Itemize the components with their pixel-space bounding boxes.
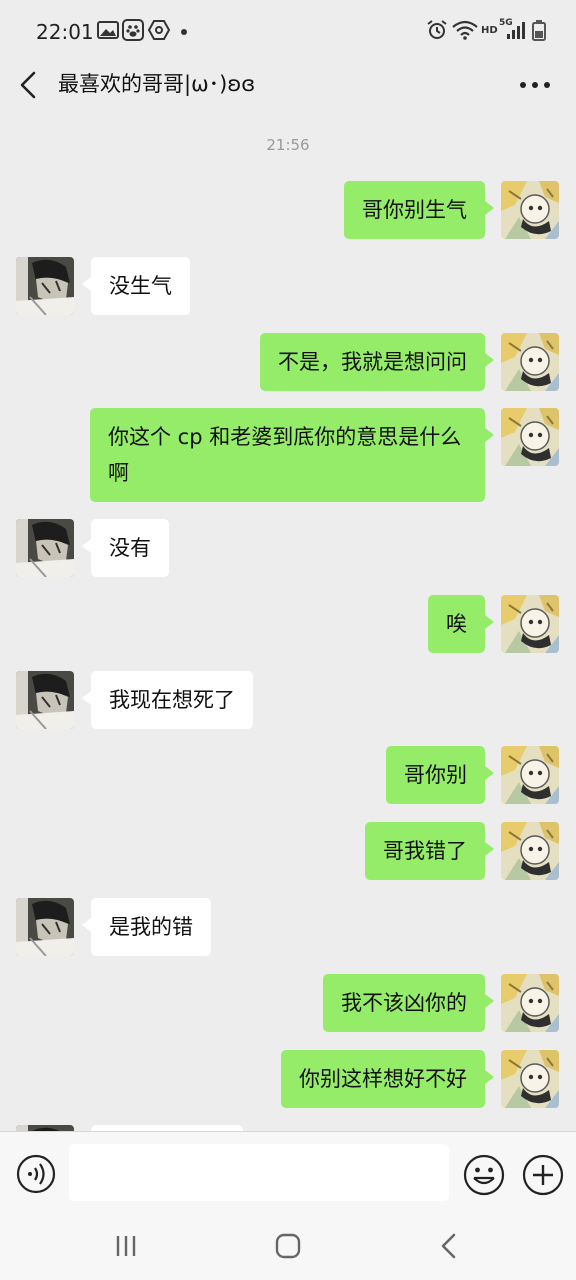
my-avatar[interactable] — [501, 746, 559, 804]
hexagon-app-icon — [147, 20, 171, 40]
my-avatar[interactable] — [501, 974, 559, 1032]
chat-title: 最喜欢的哥哥|ω･)ʚɞ — [58, 72, 256, 96]
contact-message-bubble[interactable]: 是我的错 — [82, 898, 211, 956]
contact-message-bubble[interactable]: 我现在想死了 — [82, 671, 253, 729]
my-avatar[interactable] — [501, 408, 559, 466]
my-message-bubble[interactable]: 我不该凶你的 — [323, 974, 494, 1032]
gallery-icon — [97, 21, 119, 39]
contact-avatar[interactable] — [16, 671, 74, 729]
contact-message-bubble[interactable]: 没生气 — [82, 257, 190, 315]
status-time: 22:01 — [36, 20, 94, 44]
recent-apps-icon[interactable] — [108, 1228, 144, 1264]
emoji-icon[interactable] — [463, 1154, 505, 1196]
my-avatar[interactable] — [501, 595, 559, 653]
battery-icon — [532, 20, 546, 41]
contact-avatar[interactable] — [16, 257, 74, 315]
message-input[interactable] — [69, 1144, 449, 1201]
my-message-bubble[interactable]: 不是，我就是想问问 — [260, 333, 494, 391]
back-icon[interactable] — [432, 1228, 468, 1264]
hd-indicator: HD — [481, 25, 498, 36]
my-avatar[interactable] — [501, 333, 559, 391]
my-message-bubble[interactable]: 哥你别 — [386, 746, 494, 804]
my-avatar[interactable] — [501, 822, 559, 880]
status-bar: 22:01 HD 5G — [0, 0, 576, 60]
home-icon[interactable] — [270, 1228, 306, 1264]
alarm-icon — [427, 20, 447, 39]
my-message-bubble[interactable]: 哥我错了 — [365, 822, 494, 880]
chat-header: 最喜欢的哥哥|ω･)ʚɞ — [0, 58, 576, 116]
my-message-bubble[interactable]: 你别这样想好不好 — [281, 1050, 494, 1108]
voice-icon[interactable] — [16, 1154, 56, 1194]
more-dots-icon[interactable] — [514, 72, 556, 98]
signal-icon — [507, 22, 525, 39]
notification-dot-icon — [181, 29, 187, 35]
input-bar — [0, 1131, 576, 1213]
my-message-bubble[interactable]: 哥你别生气 — [344, 181, 494, 239]
wifi-icon — [452, 20, 478, 40]
paw-app-icon — [122, 19, 144, 41]
contact-message-bubble[interactable]: 没有 — [82, 519, 169, 577]
chevron-left-icon[interactable] — [14, 68, 44, 102]
message-timestamp: 21:56 — [266, 136, 310, 154]
plus-icon[interactable] — [522, 1154, 564, 1196]
my-avatar[interactable] — [501, 181, 559, 239]
contact-avatar[interactable] — [16, 519, 74, 577]
my-message-bubble[interactable]: 你这个 cp 和老婆到底你的意思是什么啊 — [90, 408, 494, 502]
my-message-bubble[interactable]: 唉 — [428, 595, 494, 653]
contact-avatar[interactable] — [16, 898, 74, 956]
my-avatar[interactable] — [501, 1050, 559, 1108]
system-nav-bar — [0, 1212, 576, 1280]
